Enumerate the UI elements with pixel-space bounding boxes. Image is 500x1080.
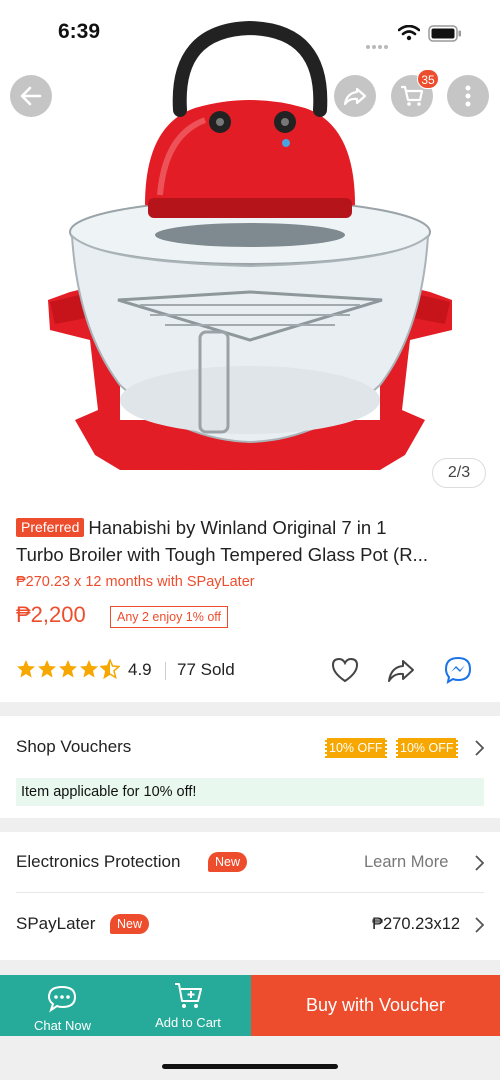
product-title[interactable]: Preferred Hanabishi by Winland Original 7… (16, 514, 488, 568)
rating-value: 4.9 (128, 660, 152, 679)
new-badge: New (110, 914, 150, 934)
messenger-icon[interactable] (443, 655, 473, 685)
chevron-right-icon (475, 855, 484, 871)
voucher-chip[interactable]: 10% OFF (395, 738, 458, 758)
star-half-icon (100, 659, 120, 679)
installment-text[interactable]: ₱270.23 x 12 months with SPayLater (16, 574, 255, 590)
chat-now-button[interactable]: Chat Now (0, 975, 125, 1036)
sold-count: 77 Sold (177, 660, 235, 679)
shop-vouchers-label: Shop Vouchers (16, 737, 132, 756)
share-arrow-icon (343, 87, 367, 106)
add-to-cart-label: Add to Cart (155, 1015, 221, 1030)
signal-icon (366, 36, 390, 49)
star-full-icon (17, 660, 35, 678)
arrow-left-icon (20, 86, 42, 106)
share-button[interactable] (334, 75, 376, 117)
status-time: 6:39 (58, 20, 101, 43)
chevron-right-icon (475, 740, 484, 756)
chevron-right-icon (475, 917, 484, 933)
home-indicator[interactable] (162, 1064, 338, 1069)
product-page: 35 2/3 6:39 Preferred Hanabishi by Winlan… (0, 0, 500, 1080)
services-section: Electronics Protection New Learn More SP… (0, 832, 500, 960)
chat-now-label: Chat Now (33, 1018, 92, 1033)
star-full-icon (59, 660, 77, 678)
voucher-chip[interactable]: 10% OFF (324, 738, 387, 758)
electronics-protection-row[interactable]: Electronics Protection New Learn More (0, 832, 500, 892)
bundle-promo-tag[interactable]: Any 2 enjoy 1% off (110, 606, 229, 628)
add-to-cart-button[interactable]: Add to Cart (125, 975, 251, 1036)
learn-more-link[interactable]: Learn More (364, 853, 448, 872)
battery-icon (428, 25, 461, 42)
cart-button[interactable]: 35 (391, 69, 439, 117)
more-options-button[interactable] (447, 75, 489, 117)
spaylater-label: SPayLater (16, 914, 96, 933)
chat-bubble-icon (47, 985, 77, 1013)
shop-vouchers-section[interactable]: Shop Vouchers 10% OFF 10% OFF Item appli… (0, 716, 500, 818)
electronics-protection-label: Electronics Protection (16, 852, 181, 871)
share-icon[interactable] (386, 655, 416, 685)
bottom-action-bar: Chat Now Add to Cart Buy with Voucher (0, 975, 500, 1036)
buy-with-voucher-button[interactable]: Buy with Voucher (251, 975, 500, 1036)
product-info: Preferred Hanabishi by Winland Original 7… (0, 500, 500, 702)
add-cart-icon (175, 983, 202, 1008)
star-rating[interactable] (16, 659, 121, 679)
wifi-icon (398, 25, 420, 41)
spaylater-row[interactable]: SPayLater New ₱270.23x12 (0, 893, 500, 955)
star-full-icon (80, 660, 98, 678)
image-counter: 2/3 (432, 458, 486, 488)
preferred-badge: Preferred (16, 518, 85, 537)
more-vertical-icon (465, 85, 471, 107)
product-price: ₱2,200 (16, 602, 86, 627)
new-badge: New (208, 852, 248, 872)
status-bar: 6:39 (0, 0, 500, 66)
product-title-line2: Turbo Broiler with Tough Tempered Glass … (16, 544, 428, 565)
product-title-line1: Hanabishi by Winland Original 7 in 1 (88, 517, 387, 538)
product-image-gallery[interactable]: 35 2/3 (0, 0, 500, 500)
spaylater-value: ₱270.23x12 (372, 915, 461, 933)
rating-divider (165, 662, 166, 680)
back-button[interactable] (10, 75, 52, 117)
heart-icon[interactable] (330, 655, 360, 685)
voucher-applicable-note: Item applicable for 10% off! (16, 778, 484, 806)
star-full-icon (38, 660, 56, 678)
cart-count-badge: 35 (417, 69, 439, 89)
